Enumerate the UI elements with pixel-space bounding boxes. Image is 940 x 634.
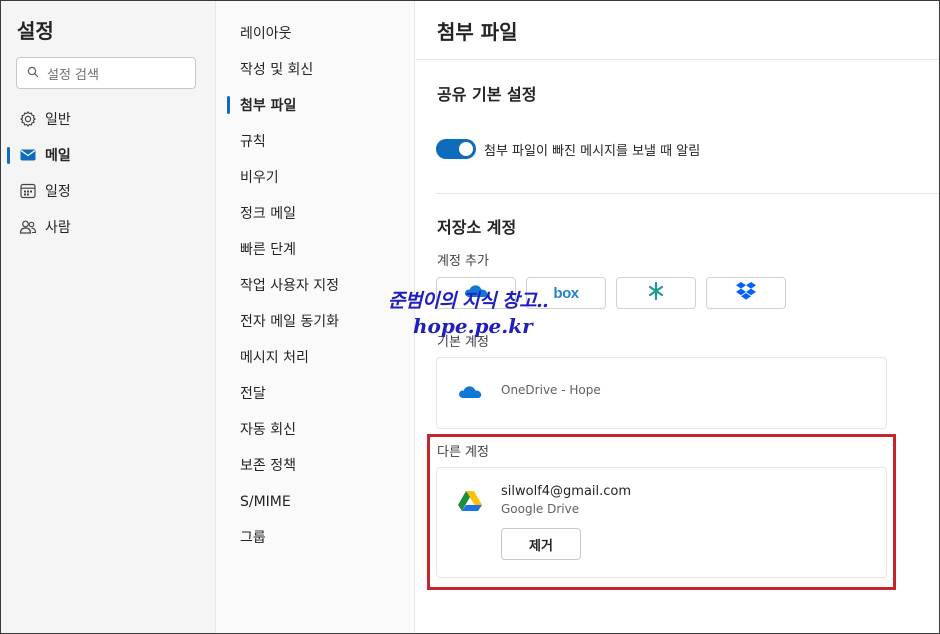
menu-item-message-handling[interactable]: 메시지 처리 <box>216 342 415 372</box>
gear-icon <box>19 110 37 128</box>
menu-item-attachments[interactable]: 첨부 파일 <box>216 90 415 120</box>
settings-search-input[interactable]: 설정 검색 <box>16 57 196 89</box>
menu-item-retention-policies[interactable]: 보존 정책 <box>216 450 415 480</box>
menu-item-groups[interactable]: 그룹 <box>216 522 415 552</box>
menu-item-automatic-replies[interactable]: 자동 회신 <box>216 414 415 444</box>
storage-section-title: 저장소 계정 <box>437 218 517 237</box>
menu-item-layout[interactable]: 레이아웃 <box>216 18 415 48</box>
divider <box>416 59 939 60</box>
watermark-line2: hope.pe.kr <box>413 314 533 338</box>
menu-item-customize-actions[interactable]: 작업 사용자 지정 <box>216 270 415 300</box>
add-account-label: 계정 추가 <box>437 254 489 269</box>
box-icon: box <box>553 284 579 302</box>
category-calendar[interactable]: 일정 <box>2 176 215 206</box>
attachment-reminder-setting: 첨부 파일이 빠진 메시지를 보낼 때 알림 <box>436 138 700 160</box>
toggle-label: 첨부 파일이 빠진 메시지를 보낼 때 알림 <box>484 143 701 159</box>
page-title: 첨부 파일 <box>437 20 518 44</box>
search-icon <box>27 66 41 80</box>
category-general[interactable]: 일반 <box>2 104 215 134</box>
menu-item-compose-reply[interactable]: 작성 및 회신 <box>216 54 415 84</box>
menu-item-rules[interactable]: 규칙 <box>216 126 415 156</box>
toggle-knob <box>459 142 473 156</box>
watermark-line1: 준범이의 지식 창고.. <box>388 290 549 312</box>
calendar-icon <box>19 182 37 200</box>
category-label: 사람 <box>45 220 71 236</box>
category-people[interactable]: 사람 <box>2 212 215 242</box>
menu-item-smime[interactable]: S/MIME <box>216 487 415 517</box>
menu-item-sync-email[interactable]: 전자 메일 동기화 <box>216 306 415 336</box>
mail-settings-menu: 레이아웃 작성 및 회신 첨부 파일 규칙 비우기 정크 메일 빠른 단계 작업… <box>215 1 415 633</box>
default-account-name: OneDrive - Hope <box>501 383 601 397</box>
default-account-card: OneDrive - Hope <box>436 357 887 429</box>
divider <box>436 193 939 194</box>
menu-item-junk-email[interactable]: 정크 메일 <box>216 198 415 228</box>
menu-item-quick-steps[interactable]: 빠른 단계 <box>216 234 415 264</box>
mail-icon <box>19 146 37 164</box>
category-label: 일반 <box>45 112 71 128</box>
category-label: 메일 <box>45 148 71 164</box>
category-mail[interactable]: 메일 <box>2 140 215 170</box>
attachment-reminder-toggle[interactable] <box>436 139 476 159</box>
people-icon <box>19 218 37 236</box>
category-label: 일정 <box>45 184 71 200</box>
settings-sidebar: 설정 설정 검색 일반 메일 일정 사람 <box>1 1 215 633</box>
menu-item-sweep[interactable]: 비우기 <box>216 162 415 192</box>
highlight-box <box>427 434 896 590</box>
add-sharefile-button[interactable] <box>616 277 696 309</box>
add-dropbox-button[interactable] <box>706 277 786 309</box>
menu-item-forwarding[interactable]: 전달 <box>216 378 415 408</box>
sharing-section-title: 공유 기본 설정 <box>437 85 537 104</box>
search-placeholder: 설정 검색 <box>47 67 99 83</box>
settings-title: 설정 <box>17 19 54 43</box>
onedrive-icon <box>457 384 483 404</box>
sharefile-icon <box>646 281 666 305</box>
dropbox-icon <box>735 281 757 305</box>
